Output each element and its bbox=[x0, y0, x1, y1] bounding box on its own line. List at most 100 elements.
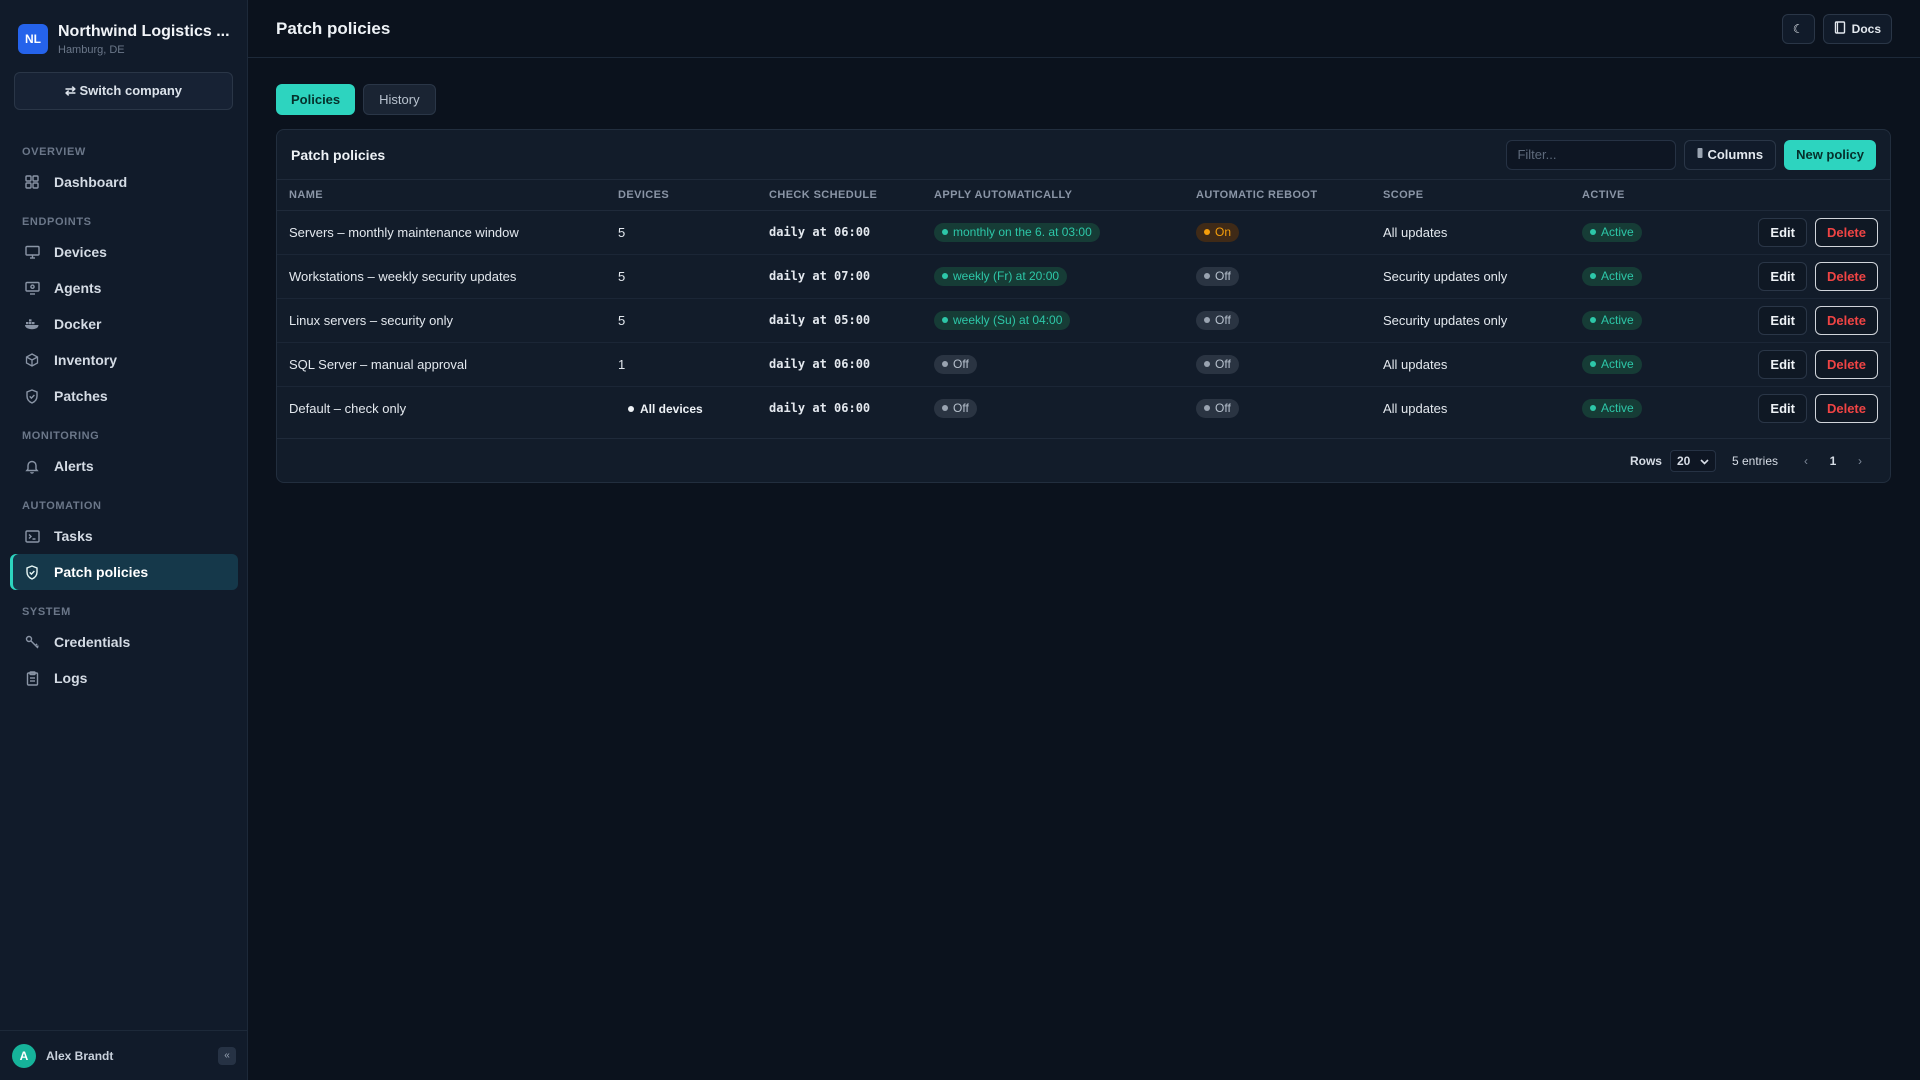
shield-check-icon bbox=[24, 388, 40, 404]
tab-history[interactable]: History bbox=[363, 84, 436, 115]
sidebar-item-label: Patch policies bbox=[54, 564, 149, 580]
sidebar-item-label: Logs bbox=[54, 670, 88, 686]
avatar[interactable]: A bbox=[12, 1043, 36, 1068]
sidebar-item-logs[interactable]: Logs bbox=[10, 660, 238, 696]
col-header-schedule[interactable]: CHECK SCHEDULE bbox=[769, 180, 934, 211]
sidebar-item-alerts[interactable]: Alerts bbox=[10, 448, 238, 484]
status-dot-icon bbox=[1590, 405, 1596, 412]
rows-per-page-select[interactable]: 20 bbox=[1669, 449, 1716, 472]
new-policy-button[interactable]: New policy bbox=[1784, 139, 1876, 170]
policies-table: NAME DEVICES CHECK SCHEDULE APPLY AUTOMA… bbox=[277, 180, 1890, 430]
devices-value: 5 bbox=[618, 312, 626, 328]
actions-cell: Edit Delete bbox=[1732, 254, 1890, 299]
status-dot-icon bbox=[1204, 273, 1210, 279]
devices-cell: 5 bbox=[618, 210, 769, 255]
filter-input[interactable] bbox=[1506, 139, 1677, 170]
sidebar-item-devices[interactable]: Devices bbox=[10, 234, 238, 270]
prev-page-button[interactable]: ‹ bbox=[1796, 454, 1816, 468]
sidebar-item-label: Alerts bbox=[54, 458, 94, 474]
table-row[interactable]: Default – check only All devices daily at … bbox=[277, 386, 1890, 430]
col-header-scope[interactable]: SCOPE bbox=[1383, 180, 1582, 211]
policies-card: Patch policies Columns New policy NAME D… bbox=[276, 129, 1891, 483]
sidebar-item-label: Dashboard bbox=[54, 174, 128, 190]
terminal-icon bbox=[24, 528, 40, 544]
chevron-down-icon bbox=[1700, 454, 1709, 468]
devices-cell: 5 bbox=[618, 298, 769, 343]
col-header-apply[interactable]: APPLY AUTOMATICALLY bbox=[934, 180, 1196, 211]
apply-status-badge: weekly (Fr) at 20:00 bbox=[934, 266, 1068, 286]
clipboard-icon bbox=[24, 670, 40, 686]
active-status-label: Active bbox=[1601, 225, 1634, 239]
status-dot-icon bbox=[1204, 405, 1210, 412]
docker-icon bbox=[24, 316, 40, 332]
active-status-label: Active bbox=[1601, 401, 1634, 416]
theme-toggle-button[interactable]: ☾ bbox=[1781, 13, 1815, 44]
reboot-status-label: Off bbox=[1215, 401, 1231, 416]
box-icon bbox=[24, 352, 40, 368]
policy-name: Servers – monthly maintenance window bbox=[277, 210, 618, 255]
sidebar-item-docker[interactable]: Docker bbox=[10, 306, 238, 342]
apply-status-label: weekly (Fr) at 20:00 bbox=[953, 269, 1060, 283]
agent-icon bbox=[24, 280, 40, 296]
delete-button[interactable]: Delete bbox=[1814, 305, 1878, 335]
active-status-label: Active bbox=[1601, 357, 1634, 371]
status-dot-icon bbox=[1204, 229, 1210, 235]
col-header-reboot[interactable]: AUTOMATIC REBOOT bbox=[1196, 180, 1383, 211]
status-dot-icon bbox=[942, 229, 948, 235]
sidebar-item-agents[interactable]: Agents bbox=[10, 270, 238, 306]
col-header-devices[interactable]: DEVICES bbox=[618, 180, 769, 211]
col-header-active[interactable]: ACTIVE bbox=[1582, 180, 1732, 211]
edit-button[interactable]: Edit bbox=[1758, 393, 1807, 423]
sidebar-item-label: Tasks bbox=[54, 528, 93, 544]
status-dot-icon bbox=[1590, 317, 1596, 323]
nav-section-endpoints: ENDPOINTS bbox=[22, 216, 92, 228]
devices-value: 1 bbox=[618, 356, 626, 372]
status-dot-icon bbox=[1590, 229, 1596, 235]
table-row[interactable]: Workstations – weekly security updates 5 d… bbox=[277, 254, 1890, 299]
status-dot-icon bbox=[1590, 361, 1596, 367]
apply-status-label: monthly on the 6. at 03:00 bbox=[953, 225, 1092, 239]
table-row[interactable]: Linux servers – security only 5 daily at 0… bbox=[277, 298, 1890, 343]
card-header: Patch policies Columns New policy bbox=[277, 130, 1890, 180]
sidebar-item-tasks[interactable]: Tasks bbox=[10, 518, 238, 554]
tab-policies[interactable]: Policies bbox=[276, 84, 356, 115]
collapse-sidebar-button[interactable]: « bbox=[218, 1046, 236, 1065]
sidebar-item-patches[interactable]: Patches bbox=[10, 378, 238, 414]
switch-company-button[interactable]: ⇄ Switch company bbox=[14, 72, 233, 110]
active-status-badge: Active bbox=[1582, 266, 1642, 286]
edit-button[interactable]: Edit bbox=[1758, 261, 1807, 291]
nav-section-automation: AUTOMATION bbox=[22, 500, 102, 512]
sidebar-item-label: Credentials bbox=[54, 634, 131, 650]
col-header-name[interactable]: NAME bbox=[277, 180, 618, 211]
columns-button[interactable]: Columns bbox=[1684, 139, 1777, 170]
shield-check-icon bbox=[24, 564, 40, 580]
delete-button[interactable]: Delete bbox=[1814, 261, 1878, 291]
company-logo: NL bbox=[18, 24, 48, 54]
devices-value: 5 bbox=[618, 224, 626, 240]
rows-label: Rows bbox=[1629, 453, 1662, 468]
docs-button[interactable]: Docs bbox=[1822, 13, 1892, 44]
delete-button[interactable]: Delete bbox=[1814, 393, 1878, 423]
active-cell: Active bbox=[1582, 342, 1732, 387]
reboot-status-label: Off bbox=[1215, 313, 1231, 327]
sidebar-item-dashboard[interactable]: Dashboard bbox=[10, 164, 238, 200]
delete-button[interactable]: Delete bbox=[1814, 217, 1878, 247]
devices-value: All devices bbox=[640, 402, 703, 417]
page-number[interactable]: 1 bbox=[1816, 454, 1850, 468]
sidebar-item-credentials[interactable]: Credentials bbox=[10, 624, 238, 660]
actions-cell: Edit Delete bbox=[1732, 298, 1890, 343]
next-page-button[interactable]: › bbox=[1850, 454, 1870, 468]
edit-button[interactable]: Edit bbox=[1758, 305, 1807, 335]
sidebar-item-patch-policies[interactable]: Patch policies bbox=[10, 554, 238, 590]
sidebar-item-label: Patches bbox=[54, 388, 108, 404]
edit-button[interactable]: Edit bbox=[1758, 349, 1807, 379]
dot-icon bbox=[628, 406, 634, 413]
table-row[interactable]: SQL Server – manual approval 1 daily at 06… bbox=[277, 342, 1890, 387]
active-status-badge: Active bbox=[1582, 398, 1642, 418]
edit-button[interactable]: Edit bbox=[1758, 217, 1807, 247]
nav-section-system: SYSTEM bbox=[22, 606, 71, 618]
table-row[interactable]: Servers – monthly maintenance window 5 dai… bbox=[277, 210, 1890, 255]
sidebar-item-inventory[interactable]: Inventory bbox=[10, 342, 238, 378]
delete-button[interactable]: Delete bbox=[1814, 349, 1878, 379]
active-status-badge: Active bbox=[1582, 222, 1642, 242]
